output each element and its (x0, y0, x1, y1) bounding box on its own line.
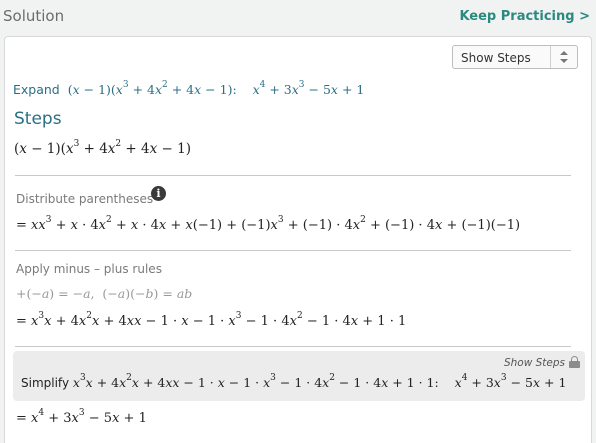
minus-plus-rules: +(−a) = −a, (−a)(−b) = ab (16, 286, 193, 301)
expand-summary: Expand (x − 1)(x3 + 4x2 + 4x − 1): x4 + … (13, 80, 365, 98)
final-result: = x4 + 3x3 − 5x + 1 (16, 408, 147, 427)
show-steps-link[interactable]: Show Steps (504, 357, 565, 369)
show-steps-select-value: Show Steps (461, 51, 531, 65)
lock-icon (569, 356, 580, 368)
distribute-result: = xx3 + x · 4x2 + x · 4x + x(−1) + (−1)x… (16, 215, 521, 234)
original-expression: (x − 1)(x3 + 4x2 + 4x − 1) (14, 139, 191, 158)
updown-arrows-icon (550, 46, 577, 68)
solution-title: Solution (3, 7, 65, 25)
step-divider (15, 346, 571, 347)
header-bar: Solution Keep Practicing > (0, 0, 596, 36)
expand-label: Expand (13, 82, 60, 97)
keep-practicing-link[interactable]: Keep Practicing > (459, 9, 590, 24)
simplify-step-panel: Show Steps Simplify x3x + 4x2x + 4xx − 1… (13, 351, 585, 401)
step-divider (15, 250, 571, 251)
minus-plus-result: = x3x + 4x2x + 4xx − 1 · x − 1 · x3 − 1 … (16, 311, 407, 330)
step-label-minus-plus: Apply minus – plus rules (16, 262, 162, 276)
expand-expression: (x − 1)(x3 + 4x2 + 4x − 1): x4 + 3x3 − 5… (63, 80, 365, 98)
solution-card: Show Steps Expand (x − 1)(x3 + 4x2 + 4x … (4, 36, 592, 443)
show-steps-select[interactable]: Show Steps (452, 45, 578, 69)
step-label-distribute: Distribute parentheses (16, 192, 154, 206)
simplify-label: Simplify (21, 376, 70, 390)
simplify-expression: x3x + 4x2x + 4xx − 1 · x − 1 · x3 − 1 · … (72, 373, 567, 391)
info-icon[interactable]: i (151, 186, 166, 201)
steps-heading: Steps (14, 109, 62, 129)
step-divider (15, 175, 571, 176)
simplify-line: Simplify x3x + 4x2x + 4xx − 1 · x − 1 · … (21, 373, 567, 391)
